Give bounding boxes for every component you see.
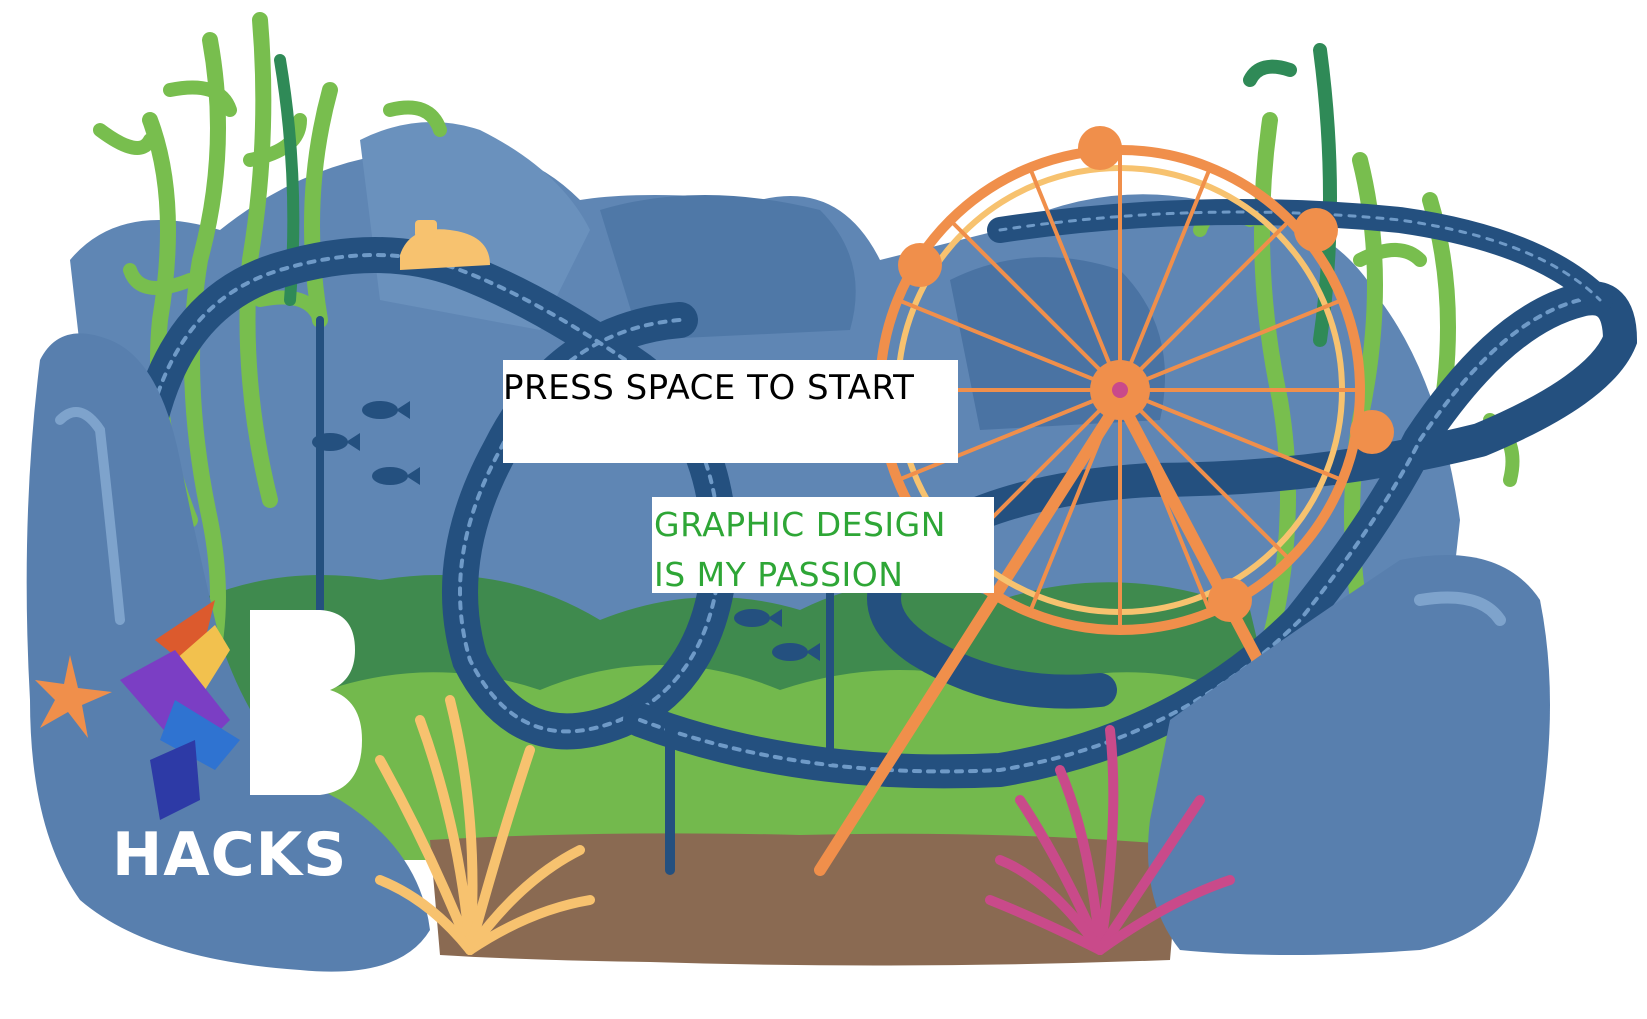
tagline-line-1: GRAPHIC DESIGN bbox=[654, 505, 946, 544]
start-prompt-box: PRESS SPACE TO START bbox=[503, 360, 958, 463]
start-prompt: PRESS SPACE TO START bbox=[503, 368, 915, 408]
logo-wordmark: HACKS bbox=[112, 820, 348, 890]
ground bbox=[430, 833, 1180, 966]
tagline-line-2: IS MY PASSION bbox=[654, 555, 904, 594]
tagline-box: GRAPHIC DESIGN IS MY PASSION bbox=[652, 497, 994, 594]
